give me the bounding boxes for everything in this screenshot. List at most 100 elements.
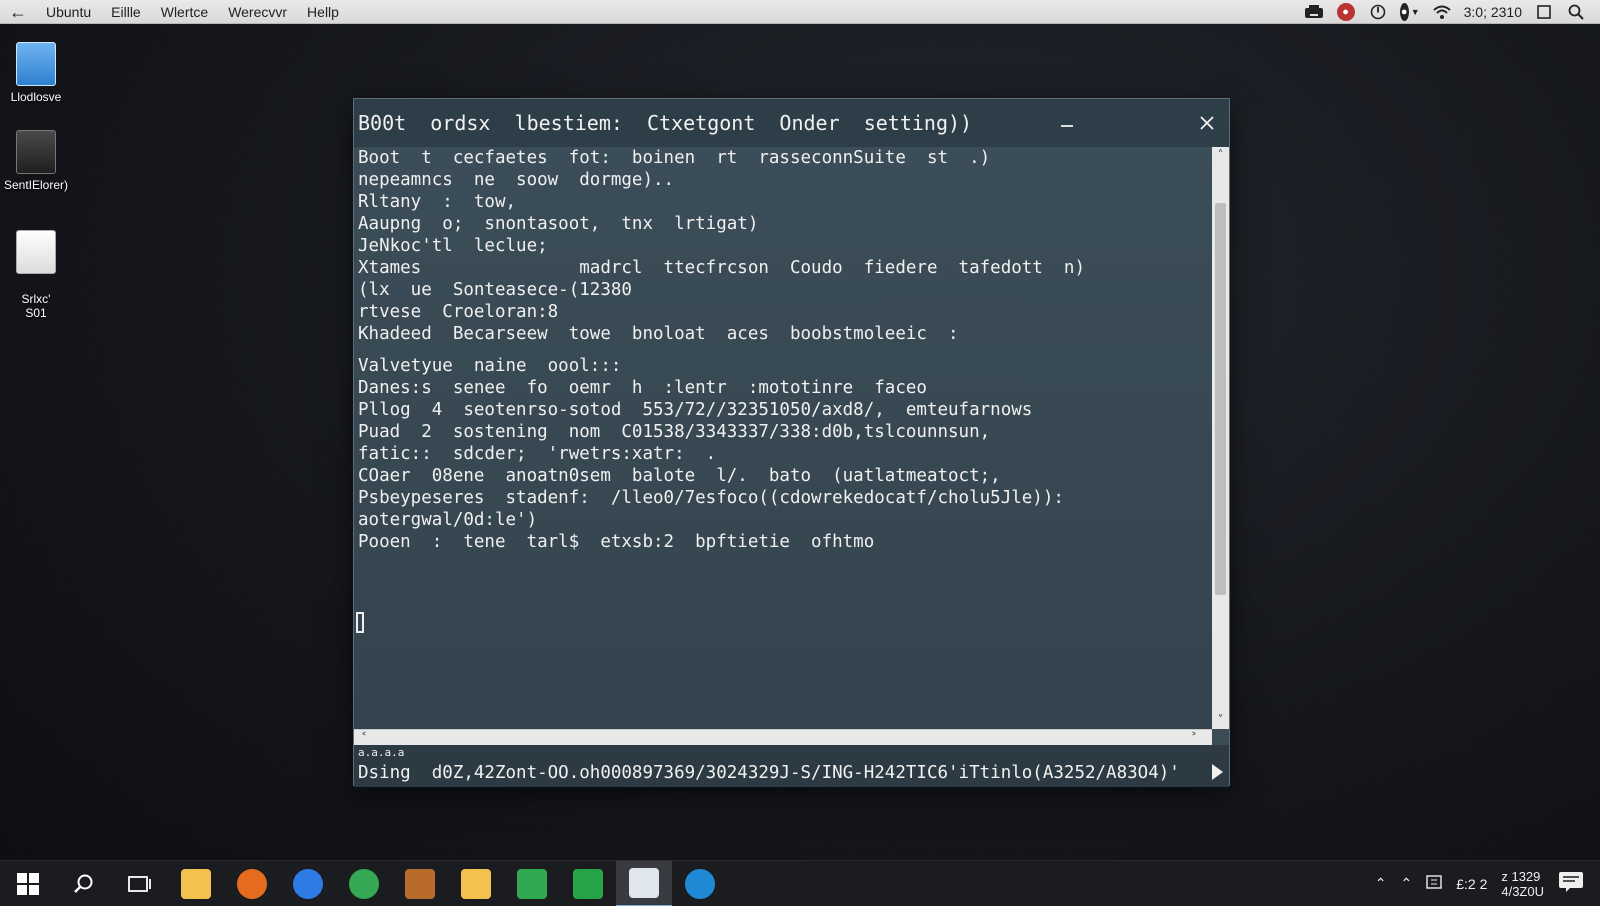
folder-icon — [16, 42, 56, 86]
taskbar-item-chat[interactable] — [560, 861, 616, 906]
text-cursor — [356, 612, 364, 633]
chrome-icon — [349, 868, 379, 899]
chat-icon — [573, 868, 603, 899]
terminal-line: rtvese Croeloran:8 — [358, 302, 559, 322]
close-button[interactable] — [1183, 99, 1231, 147]
skype-icon — [685, 868, 715, 899]
document-icon — [16, 230, 56, 274]
taskbar-item-chrome[interactable] — [336, 861, 392, 906]
user-menu-icon[interactable]: ● ▼ — [1399, 2, 1420, 22]
notepad-icon — [629, 867, 659, 898]
scroll-left-icon[interactable]: ˂ — [356, 730, 372, 746]
terminal-line: Aaupng o; snontasoot, tnx lrtigat) — [358, 214, 759, 234]
play-icon[interactable] — [1212, 764, 1223, 780]
package-icon — [405, 868, 435, 899]
window-title: B00t ordsx lbestiem: Ctxetgont Onder set… — [358, 111, 973, 135]
terminal-line: Khadeed Becarseew towe bnoloat aces boob… — [358, 324, 959, 344]
folder-icon — [461, 868, 491, 899]
terminal-line: Puad 2 sostening nom C01538/3343337/338:… — [358, 422, 991, 442]
facebook-icon — [293, 868, 323, 899]
taskbar-item-facebook[interactable] — [280, 861, 336, 906]
firefox-icon — [237, 868, 267, 899]
terminal-line: COaer 08ene anoatn0sem balote l/. bato (… — [358, 466, 1001, 486]
arrow-left-icon[interactable]: ← — [0, 1, 36, 23]
chevron-up-icon[interactable]: ⌃ — [1375, 875, 1387, 892]
terminal-line: Danes:s senee fo oemr h :lentr :mototinr… — [358, 378, 927, 398]
taskbar-item-notepad[interactable] — [616, 860, 672, 906]
terminal-line: JeNkoc'tl leclue; — [358, 236, 548, 256]
desktop-icon-label: Srlxc' S01 — [21, 292, 51, 320]
command-bar-hint: a.a.a.a — [358, 746, 405, 759]
horizontal-scrollbar[interactable]: ˂ ˃ — [354, 729, 1212, 745]
terminal-line: Xtames madrcl ttecfrcson Coudo fiedere t… — [358, 258, 1085, 278]
vertical-scrollbar[interactable]: ˄ ˅ — [1212, 147, 1229, 729]
search-icon — [74, 874, 93, 893]
wifi-icon[interactable] — [1432, 2, 1452, 22]
menu-ubuntu[interactable]: Ubuntu — [36, 0, 101, 24]
taskbar-clock[interactable]: z 1329 4/3Z0U — [1501, 869, 1544, 899]
taskbar-item-task-view[interactable] — [112, 861, 168, 906]
desktop-icon-document[interactable]: Srlxc' S01 — [0, 216, 72, 334]
taskbar-item-package[interactable] — [392, 861, 448, 906]
notification-icon[interactable] — [1558, 871, 1584, 896]
taskbar-apps — [0, 860, 728, 906]
minimize-button[interactable] — [1043, 99, 1091, 147]
desktop-icon-terminal[interactable]: SentIElorer) — [0, 130, 72, 192]
task-view-icon — [128, 875, 151, 892]
menu-file[interactable]: Eillle — [101, 0, 151, 24]
scroll-up-icon[interactable]: ˄ — [1212, 147, 1229, 164]
menu-help[interactable]: Hellp — [297, 0, 349, 24]
taskbar-tray: ⌃ ⌃ £:2 2 z 1329 4/3Z0U — [1375, 869, 1600, 899]
menubar-tray: ● ● ▼ 3:0; 2310 — [1304, 2, 1600, 22]
terminal-app-icon — [16, 130, 56, 174]
taskbar-item-file-explorer[interactable] — [168, 861, 224, 906]
terminal-line: nepeamncs ne soow dormge).. — [358, 170, 675, 190]
terminal-line: Boot t cecfaetes fot: boinen rt rassecon… — [358, 148, 991, 168]
menu-window[interactable]: Wlertce — [151, 0, 218, 24]
command-bar: a.a.a.a Dsing d0Z,42Zont-OO.oh000897369/… — [354, 745, 1229, 787]
file-explorer-icon — [181, 868, 211, 899]
window-titlebar[interactable]: B00t ordsx lbestiem: Ctxetgont Onder set… — [354, 99, 1229, 147]
terminal-lines: Boot t cecfaetes fot: boinen rt rassecon… — [358, 147, 1208, 553]
scroll-right-icon[interactable]: ˃ — [1186, 730, 1202, 746]
menubar-clock[interactable]: 3:0; 2310 — [1464, 4, 1522, 20]
terminal-line: Pllog 4 seotenrso-sotod 553/72//32351050… — [358, 400, 1033, 420]
window-square-icon[interactable] — [1534, 2, 1554, 22]
desktop-icon-label: Llodlosve — [10, 90, 62, 104]
power-icon[interactable] — [1368, 2, 1388, 22]
terminal-line: Psbeypeseres stadenf: /lleo0/7esfoco((cd… — [358, 488, 1064, 508]
app-indicator-icon[interactable]: ● — [1336, 2, 1356, 22]
taskbar-item-skype[interactable] — [672, 861, 728, 906]
keyboard-icon[interactable] — [1426, 875, 1442, 892]
taskbar-item-windows-start[interactable] — [0, 861, 56, 906]
taskbar-item-mail[interactable] — [504, 861, 560, 906]
terminal-line: (lx ue Sonteasece-(12380 — [358, 280, 632, 300]
desktop-icon-folder[interactable]: Llodlosve — [0, 42, 72, 104]
vertical-scroll-thumb[interactable] — [1215, 203, 1226, 595]
scroll-down-icon[interactable]: ˅ — [1212, 712, 1229, 729]
taskbar-item-firefox[interactable] — [224, 861, 280, 906]
mail-icon — [517, 868, 547, 899]
windows-start-icon — [17, 872, 39, 895]
taskbar-clock-time: z 1329 — [1501, 868, 1541, 884]
top-menu-bar: ← Ubuntu Eillle Wlertce Werecvvr Hellp ●… — [0, 0, 1600, 24]
terminal-line: fatic:: sdcder; 'rwetrs:xatr: . — [358, 444, 717, 464]
terminal-line: aotergwal/0d:le') — [358, 510, 538, 530]
chevron-up-alt-icon[interactable]: ⌃ — [1400, 875, 1412, 892]
taskbar-item-folder[interactable] — [448, 861, 504, 906]
close-icon — [1200, 116, 1214, 130]
terminal-line: Valvetyue naine oool::: — [358, 356, 622, 376]
taskbar-item-search[interactable] — [56, 861, 112, 906]
taskbar-clock-date: 4/3Z0U — [1501, 883, 1544, 899]
menu-view[interactable]: Werecvvr — [218, 0, 297, 24]
search-icon[interactable] — [1566, 2, 1586, 22]
taskbar: ⌃ ⌃ £:2 2 z 1329 4/3Z0U — [0, 860, 1600, 906]
terminal-output[interactable]: Boot t cecfaetes fot: boinen rt rassecon… — [354, 147, 1212, 729]
command-line[interactable]: Dsing d0Z,42Zont-OO.oh000897369/3024329J… — [358, 761, 1229, 785]
terminal-window: B00t ordsx lbestiem: Ctxetgont Onder set… — [353, 98, 1230, 787]
terminal-line: Rltany : tow, — [358, 192, 517, 212]
taskbar-time-a[interactable]: £:2 2 — [1456, 876, 1487, 892]
desktop-icon-label: SentIElorer) — [3, 178, 69, 192]
printer-icon[interactable] — [1304, 2, 1324, 22]
